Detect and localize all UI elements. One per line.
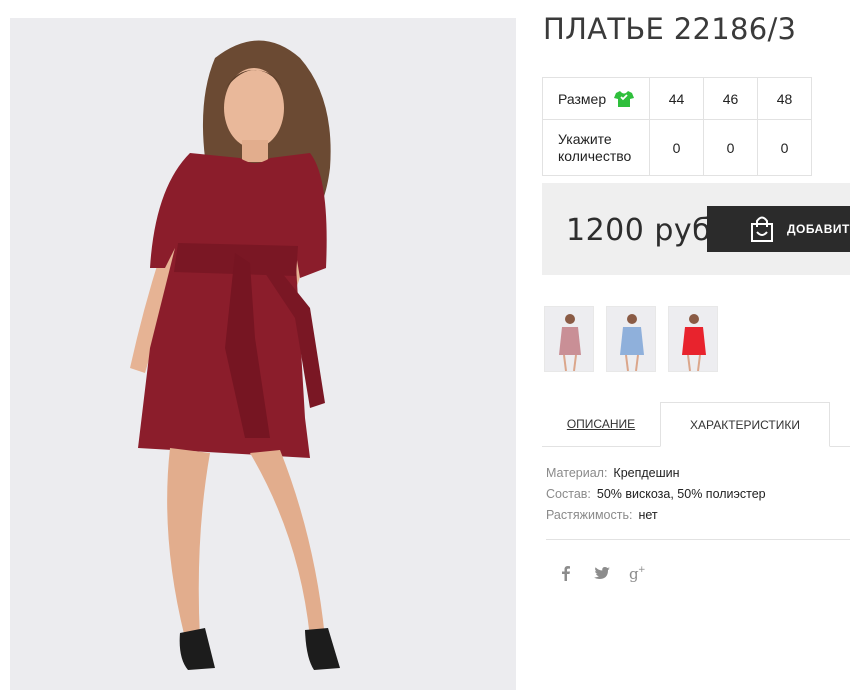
main-product-photo[interactable] bbox=[10, 18, 516, 690]
thumbnail-red[interactable] bbox=[668, 306, 718, 372]
spec-key: Растяжимость: bbox=[546, 508, 633, 522]
quantity-row: Укажите количество 0 0 0 bbox=[542, 119, 812, 176]
quantity-46[interactable]: 0 bbox=[703, 119, 758, 176]
size-48: 48 bbox=[757, 77, 812, 120]
price: 1200 руб bbox=[566, 213, 712, 248]
spec-key: Состав: bbox=[546, 487, 591, 501]
social-share: g + bbox=[557, 564, 647, 582]
size-46: 46 bbox=[703, 77, 758, 120]
size-row: Размер 44 46 48 bbox=[542, 77, 812, 120]
product-title: ПЛАТЬЕ 22186/3 bbox=[543, 12, 797, 46]
quantity-label-cell: Укажите количество bbox=[542, 119, 650, 176]
size-44: 44 bbox=[649, 77, 704, 120]
spec-composition: Состав: 50% вискоза, 50% полиэстер bbox=[546, 484, 766, 505]
add-to-cart-label: ДОБАВИТЬ bbox=[787, 222, 850, 236]
add-to-cart-button[interactable]: ДОБАВИТЬ bbox=[707, 206, 850, 252]
specifications-list: Материал: Крепдешин Состав: 50% вискоза, 5… bbox=[546, 463, 766, 526]
google-plus-icon[interactable]: g + bbox=[629, 564, 647, 582]
spec-value: нет bbox=[638, 508, 658, 522]
facebook-icon[interactable] bbox=[557, 564, 575, 582]
size-label-cell: Размер bbox=[542, 77, 650, 120]
tab-description[interactable]: ОПИСАНИЕ bbox=[542, 402, 660, 446]
size-label: Размер bbox=[558, 90, 607, 107]
quantity-44[interactable]: 0 bbox=[649, 119, 704, 176]
thumbnail-blue[interactable] bbox=[606, 306, 656, 372]
twitter-icon[interactable] bbox=[593, 564, 611, 582]
product-tabs: ОПИСАНИЕ ХАРАКТЕРИСТИКИ bbox=[542, 402, 850, 447]
svg-text:+: + bbox=[638, 565, 646, 575]
price-box: 1200 руб ДОБАВИТЬ bbox=[542, 183, 850, 275]
divider bbox=[546, 539, 850, 540]
tab-specifications[interactable]: ХАРАКТЕРИСТИКИ bbox=[660, 402, 830, 447]
quantity-label: Укажите количество bbox=[558, 130, 632, 164]
quantity-48[interactable]: 0 bbox=[757, 119, 812, 176]
spec-key: Материал: bbox=[546, 466, 608, 480]
color-thumbnails bbox=[544, 306, 718, 372]
spec-value: Крепдешин bbox=[613, 466, 680, 480]
spec-stretch: Растяжимость: нет bbox=[546, 505, 766, 526]
spec-material: Материал: Крепдешин bbox=[546, 463, 766, 484]
spec-value: 50% вискоза, 50% полиэстер bbox=[596, 487, 766, 501]
thumbnail-pink[interactable] bbox=[544, 306, 594, 372]
size-quantity-table: Размер 44 46 48 Укажите количество 0 0 0 bbox=[542, 77, 812, 176]
shopping-bag-icon bbox=[751, 216, 773, 242]
tshirt-icon[interactable] bbox=[614, 90, 635, 108]
